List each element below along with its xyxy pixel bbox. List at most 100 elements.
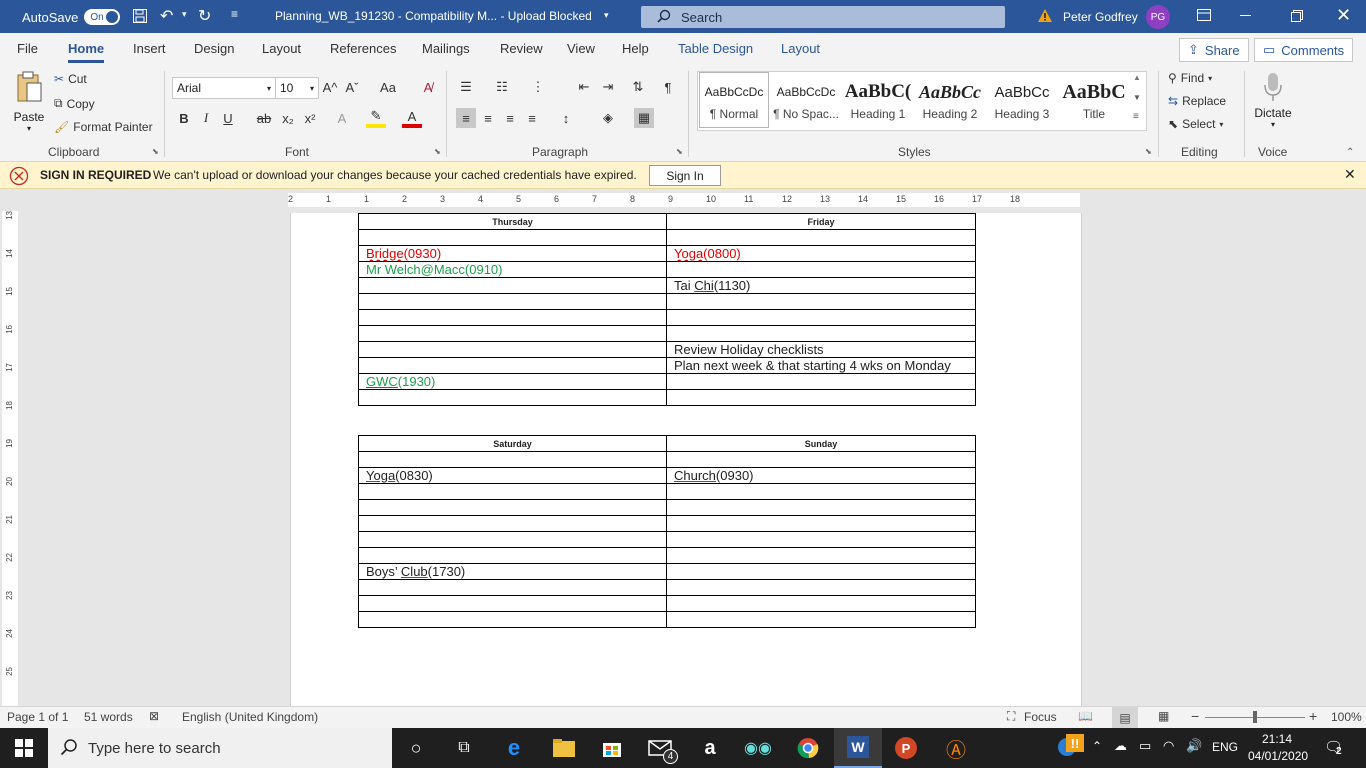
bullets-icon[interactable]: ☰ xyxy=(456,77,476,97)
zoom-out-icon[interactable]: − xyxy=(1191,708,1199,724)
onedrive-icon[interactable]: ☁ xyxy=(1114,738,1127,754)
table-cell[interactable]: Yoga(0800) xyxy=(666,245,976,262)
borders-icon[interactable]: ▦ xyxy=(634,108,654,128)
gallery-more-icon[interactable]: ≡ xyxy=(1133,111,1139,122)
table-cell[interactable] xyxy=(666,547,976,564)
paragraph-launcher-icon[interactable]: ⬊ xyxy=(676,147,683,156)
table-cell[interactable] xyxy=(666,579,976,596)
powerpoint-icon[interactable]: P xyxy=(882,728,930,768)
battery-icon[interactable]: ▭ xyxy=(1139,738,1151,754)
align-center-icon[interactable]: ≡ xyxy=(478,108,498,128)
tab-table-layout[interactable]: Layout xyxy=(781,41,820,56)
align-left-icon[interactable]: ≡ xyxy=(456,108,476,128)
focus-icon[interactable]: ⛶ xyxy=(1007,709,1015,724)
table-cell[interactable] xyxy=(358,309,667,326)
table-cell[interactable]: GWC(1930) xyxy=(358,373,667,390)
autosave[interactable]: AutoSave On xyxy=(22,9,121,25)
proofing-icon[interactable]: ⊠ xyxy=(149,709,159,723)
clear-formatting-icon[interactable]: A̸ xyxy=(418,77,438,97)
tab-mailings[interactable]: Mailings xyxy=(422,41,470,56)
tab-insert[interactable]: Insert xyxy=(133,41,166,56)
table-cell[interactable] xyxy=(358,499,667,516)
subscript-button[interactable]: x₂ xyxy=(278,108,298,128)
table-cell[interactable] xyxy=(358,515,667,532)
show-hidden-icons[interactable]: ⌃ xyxy=(1092,739,1102,753)
close-icon[interactable]: ✕ xyxy=(1344,166,1356,183)
table-cell[interactable] xyxy=(666,595,976,612)
tab-file[interactable]: File xyxy=(17,41,38,56)
tab-home[interactable]: Home xyxy=(68,41,105,63)
numbering-icon[interactable]: ☷ xyxy=(492,77,512,97)
table-cell[interactable] xyxy=(666,373,976,390)
style-heading-2[interactable]: AaBbCc Heading 2 xyxy=(915,72,985,128)
avast-icon[interactable]: Ⓐ xyxy=(932,728,980,768)
table-cell[interactable] xyxy=(358,531,667,548)
table-saturday-sunday[interactable]: Saturday Sunday Yoga(0830) Church(0930) Bo… xyxy=(358,435,976,628)
style-normal[interactable]: AaBbCcDc ¶ Normal xyxy=(699,72,769,128)
table-cell[interactable]: Mr Welch@Macc(0910) xyxy=(358,261,667,278)
user-name[interactable]: Peter Godfrey xyxy=(1063,10,1138,24)
gallery-down-icon[interactable]: ▼ xyxy=(1133,93,1141,102)
sign-in-button[interactable]: Sign In xyxy=(649,165,721,186)
dictate-button[interactable]: Dictate ▾ xyxy=(1252,71,1294,129)
table-cell[interactable] xyxy=(358,229,667,246)
gallery-up-icon[interactable]: ▲ xyxy=(1133,73,1141,82)
table-cell[interactable] xyxy=(666,309,976,326)
word-taskbar-icon[interactable]: W xyxy=(834,728,882,768)
table-cell[interactable]: Yoga(0830) xyxy=(358,467,667,484)
avatar[interactable]: PG xyxy=(1146,5,1170,29)
restore-icon[interactable] xyxy=(1291,10,1303,25)
tab-design[interactable]: Design xyxy=(194,41,234,56)
strikethrough-button[interactable]: ab xyxy=(254,108,274,128)
table-cell[interactable] xyxy=(666,611,976,628)
text-effects-icon[interactable]: A xyxy=(332,108,352,128)
table-cell[interactable] xyxy=(666,563,976,580)
undo-dropdown-icon[interactable]: ▾ xyxy=(182,9,187,20)
show-formatting-icon[interactable]: ¶ xyxy=(658,77,678,97)
table-cell[interactable] xyxy=(666,229,976,246)
redo-icon[interactable]: ↻ xyxy=(198,6,211,26)
table-cell[interactable] xyxy=(358,293,667,310)
table-cell[interactable] xyxy=(666,389,976,406)
comments-button[interactable]: ▭ Comments xyxy=(1254,38,1354,62)
clock-time[interactable]: 21:14 xyxy=(1262,732,1292,746)
table-cell[interactable]: Tai Chi(1130) xyxy=(666,277,976,294)
autosave-toggle[interactable]: On xyxy=(84,9,121,25)
align-right-icon[interactable]: ≡ xyxy=(500,108,520,128)
table-cell[interactable] xyxy=(666,499,976,516)
change-case-icon[interactable]: Aa xyxy=(374,77,402,97)
clipboard-launcher-icon[interactable]: ⬊ xyxy=(152,147,159,156)
page[interactable]: Thursday Friday Bridge(0930) Yoga(0800) Mr… xyxy=(290,213,1082,706)
read-mode-icon[interactable]: 📖 xyxy=(1078,709,1093,723)
font-color-icon[interactable]: A xyxy=(402,108,422,128)
mail-icon[interactable]: 4 xyxy=(636,728,684,768)
collapse-ribbon-icon[interactable]: ⌃ xyxy=(1346,147,1354,158)
cortana-icon[interactable]: ○ xyxy=(392,728,440,768)
font-launcher-icon[interactable]: ⬊ xyxy=(434,147,441,156)
table-thursday-friday[interactable]: Thursday Friday Bridge(0930) Yoga(0800) Mr… xyxy=(358,213,976,406)
cut-button[interactable]: ✂ Cut xyxy=(54,72,87,86)
focus-label[interactable]: Focus xyxy=(1024,710,1057,724)
styles-launcher-icon[interactable]: ⬊ xyxy=(1145,147,1152,156)
tab-table-design[interactable]: Table Design xyxy=(678,41,753,56)
tab-review[interactable]: Review xyxy=(500,41,543,56)
italic-button[interactable]: I xyxy=(196,108,216,128)
ribbon-display-icon[interactable] xyxy=(1197,9,1211,24)
file-explorer-icon[interactable] xyxy=(540,728,588,768)
chrome-icon[interactable] xyxy=(784,728,832,768)
web-layout-icon[interactable]: ▦ xyxy=(1158,709,1169,723)
table-cell[interactable] xyxy=(358,595,667,612)
table-cell[interactable]: Review Holiday checklists xyxy=(666,341,976,358)
table-cell[interactable] xyxy=(358,341,667,358)
tab-layout[interactable]: Layout xyxy=(262,41,301,56)
table-cell[interactable] xyxy=(358,389,667,406)
copy-button[interactable]: ⧉ Copy xyxy=(54,96,95,111)
language[interactable]: English (United Kingdom) xyxy=(182,710,318,724)
multilevel-list-icon[interactable]: ⋮ xyxy=(528,77,548,97)
highlight-icon[interactable]: ✎ xyxy=(366,108,386,128)
table-cell[interactable] xyxy=(666,483,976,500)
table-cell[interactable] xyxy=(358,483,667,500)
customize-qat-icon[interactable]: ≡ xyxy=(231,7,238,21)
table-cell[interactable] xyxy=(358,277,667,294)
sort-icon[interactable]: ⇅ xyxy=(628,77,648,97)
